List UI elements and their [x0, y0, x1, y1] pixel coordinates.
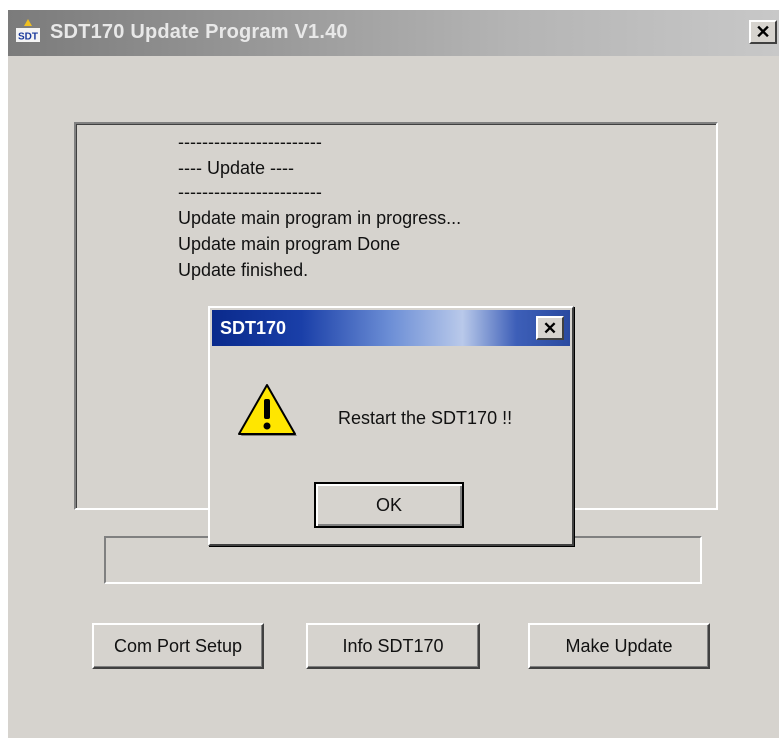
window-title: SDT170 Update Program V1.40 [50, 21, 348, 43]
dialog-title: SDT170 [220, 318, 287, 338]
main-window: SDT SDT170 Update Program V1.40 ✕ ------… [6, 10, 779, 738]
warning-icon [238, 384, 297, 436]
app-logo-icon: SDT [16, 19, 40, 43]
close-icon: ✕ [542, 318, 558, 338]
dialog-title-bar[interactable]: SDT170 ✕ [212, 310, 570, 346]
restart-dialog: SDT170 ✕ Restart the SDT170 !! OK [208, 306, 574, 546]
log-line: ------------------------ [178, 182, 322, 202]
make-update-button[interactable]: Make Update [528, 623, 710, 669]
log-line: Update main program in progress... [178, 208, 462, 228]
title-bar[interactable]: SDT SDT170 Update Program V1.40 ✕ [8, 10, 779, 56]
log-line: Update main program Done [178, 234, 401, 254]
dialog-close-button[interactable]: ✕ [536, 316, 564, 340]
ok-button[interactable]: OK [314, 482, 464, 528]
com-port-setup-button[interactable]: Com Port Setup [92, 623, 264, 669]
info-sdt170-button[interactable]: Info SDT170 [306, 623, 480, 669]
close-icon: ✕ [755, 22, 771, 42]
dialog-message: Restart the SDT170 !! [338, 408, 513, 428]
app-logo-text: SDT [18, 32, 38, 43]
window-close-button[interactable]: ✕ [749, 20, 777, 44]
log-line: Update finished. [178, 260, 309, 280]
log-line: ------------------------ [178, 132, 322, 152]
log-line: ---- Update ---- [178, 158, 294, 178]
